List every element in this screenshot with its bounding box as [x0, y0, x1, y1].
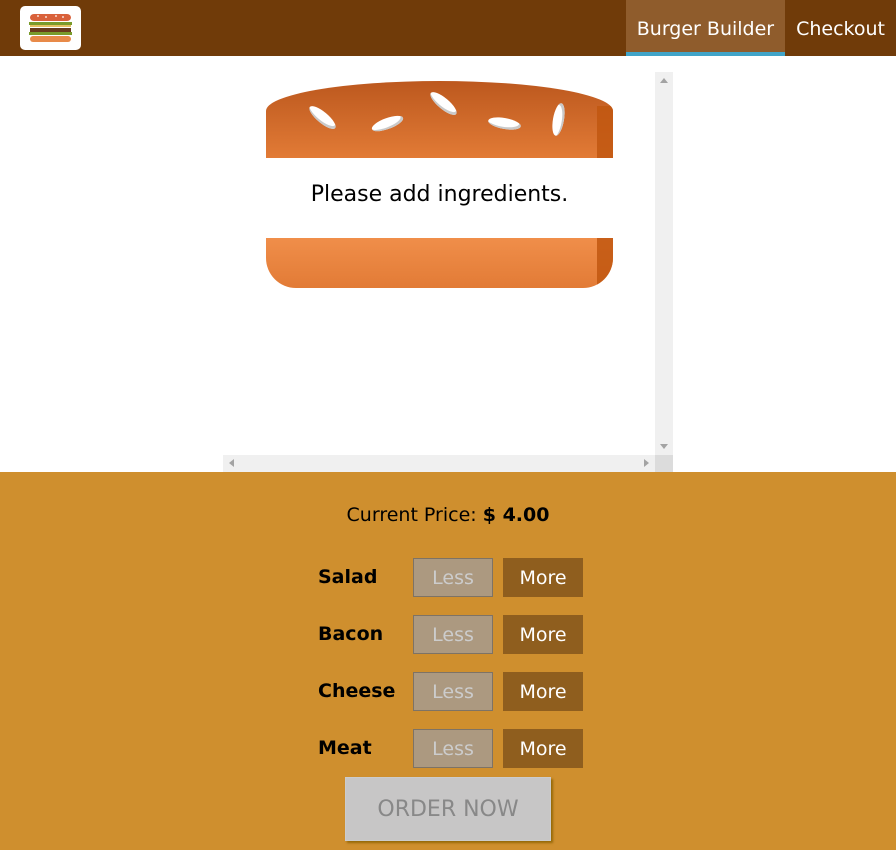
ingredient-label: Meat: [318, 737, 372, 759]
seed: [370, 112, 405, 135]
seed: [306, 102, 339, 133]
scrollbar-corner: [655, 455, 673, 472]
vertical-scrollbar[interactable]: [655, 72, 673, 455]
current-price: Current Price: $ 4.00: [0, 504, 896, 526]
less-cheese-button[interactable]: Less: [413, 672, 493, 711]
more-meat-button[interactable]: More: [503, 729, 583, 768]
bread-shade: [597, 106, 613, 158]
less-meat-button[interactable]: Less: [413, 729, 493, 768]
main-nav: Burger Builder Checkout: [625, 0, 896, 56]
less-salad-button[interactable]: Less: [413, 558, 493, 597]
bread-top: [266, 81, 613, 158]
price-label: Current Price:: [346, 504, 477, 526]
order-now-button[interactable]: ORDER NOW: [345, 777, 551, 841]
seed: [427, 88, 460, 119]
bread-shade: [597, 238, 613, 288]
nav-checkout[interactable]: Checkout: [785, 0, 896, 56]
horizontal-scrollbar[interactable]: [223, 455, 655, 472]
empty-burger-message: Please add ingredients.: [310, 182, 569, 207]
seed: [550, 102, 567, 137]
burger-preview: Please add ingredients.: [223, 72, 673, 472]
build-control-salad: Salad Less More: [318, 558, 588, 598]
ingredient-label: Salad: [318, 566, 378, 588]
bread-bottom: [266, 238, 613, 288]
toolbar: Burger Builder Checkout: [0, 0, 896, 56]
logo[interactable]: [20, 6, 81, 50]
build-control-cheese: Cheese Less More: [318, 672, 588, 712]
build-control-meat: Meat Less More: [318, 729, 588, 769]
price-value: $ 4.00: [482, 504, 550, 526]
scroll-left-icon[interactable]: [229, 459, 234, 467]
more-bacon-button[interactable]: More: [503, 615, 583, 654]
scroll-right-icon[interactable]: [644, 459, 649, 467]
scroll-up-icon[interactable]: [660, 78, 668, 83]
build-control-bacon: Bacon Less More: [318, 615, 588, 655]
more-salad-button[interactable]: More: [503, 558, 583, 597]
nav-burger-builder[interactable]: Burger Builder: [625, 0, 786, 56]
scroll-down-icon[interactable]: [660, 444, 668, 449]
ingredient-label: Bacon: [318, 623, 384, 645]
build-controls: Current Price: $ 4.00 Salad Less More Ba…: [0, 472, 896, 850]
burger-logo-icon: [29, 14, 72, 42]
seed: [487, 115, 522, 132]
more-cheese-button[interactable]: More: [503, 672, 583, 711]
ingredient-label: Cheese: [318, 680, 396, 702]
less-bacon-button[interactable]: Less: [413, 615, 493, 654]
